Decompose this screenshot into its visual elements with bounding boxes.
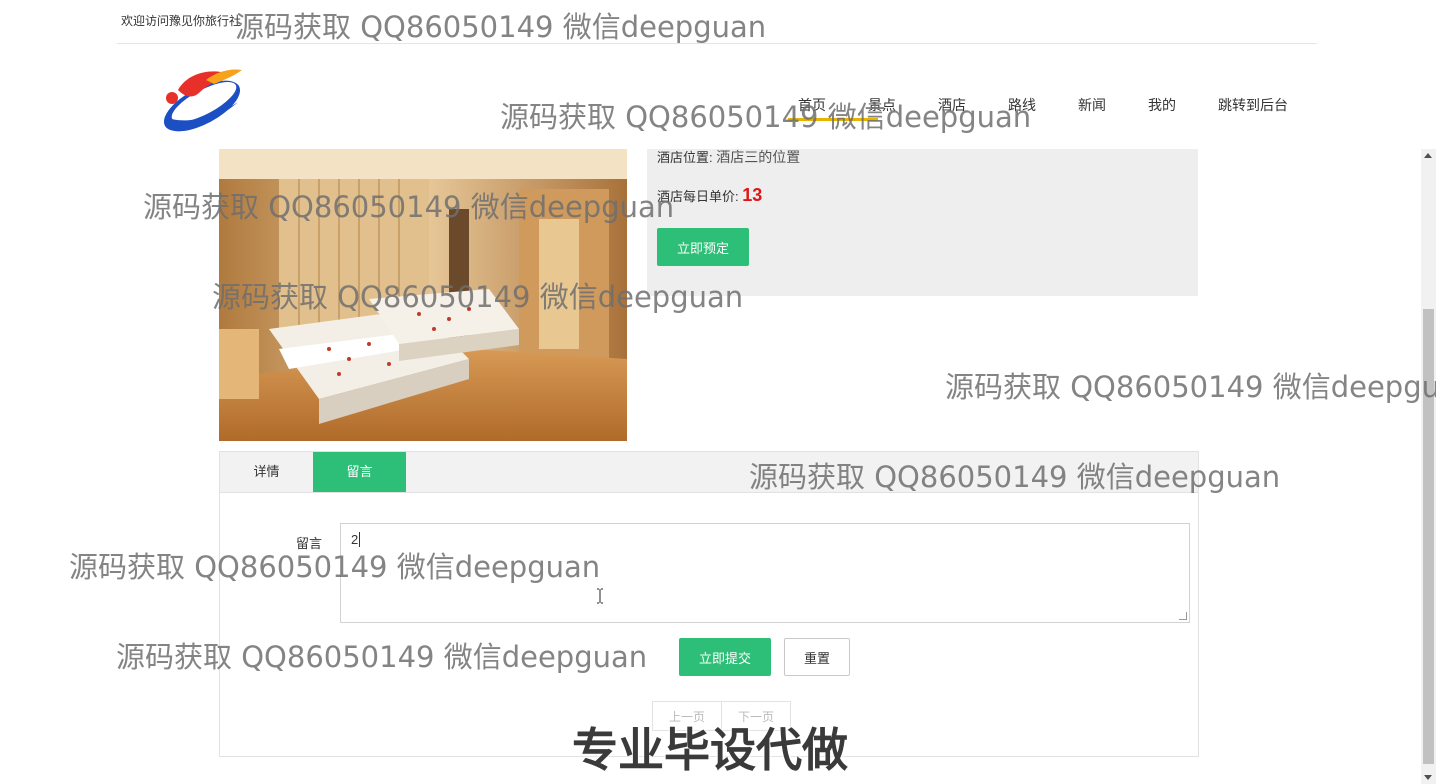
tab-details[interactable]: 详情 bbox=[220, 452, 313, 492]
nav-item-routes[interactable]: 路线 bbox=[1008, 95, 1078, 125]
tabs-container: 详情 留言 留言 2​ 立即提交 重置 上一页 下一页 bbox=[219, 451, 1199, 757]
nav-item-admin[interactable]: 跳转到后台 bbox=[1218, 95, 1302, 125]
submit-button[interactable]: 立即提交 bbox=[679, 638, 771, 676]
comment-label: 留言 bbox=[296, 536, 323, 551]
hotel-room-image bbox=[219, 149, 627, 441]
promo-watermark: 专业毕设代做 bbox=[572, 723, 848, 777]
tab-comments[interactable]: 留言 bbox=[313, 452, 406, 492]
watermark-text: 源码获取 QQ86050149 微信deepgu bbox=[945, 370, 1436, 404]
location-label: 酒店位置: bbox=[657, 150, 713, 165]
page-scrollbar[interactable] bbox=[1421, 149, 1436, 784]
logo-icon bbox=[163, 69, 242, 132]
price-value: 13 bbox=[742, 185, 763, 205]
scroll-up-icon[interactable] bbox=[1424, 153, 1432, 158]
location-row: 酒店位置: 酒店三的位置 bbox=[657, 147, 800, 167]
scroll-thumb[interactable] bbox=[1423, 309, 1434, 764]
text-cursor-icon bbox=[597, 588, 603, 604]
site-logo[interactable] bbox=[158, 62, 250, 134]
scroll-down-icon[interactable] bbox=[1424, 775, 1432, 780]
top-bar: 欢迎访问豫见你旅行社 bbox=[117, 0, 1317, 44]
nav-item-attractions[interactable]: 景点 bbox=[868, 95, 938, 125]
comment-textarea[interactable]: 2​ bbox=[340, 523, 1190, 623]
location-value: 酒店三的位置 bbox=[716, 149, 801, 165]
nav-item-mine[interactable]: 我的 bbox=[1148, 95, 1218, 125]
nav-item-news[interactable]: 新闻 bbox=[1078, 95, 1148, 125]
price-label: 酒店每日单价: bbox=[657, 189, 739, 204]
welcome-text: 欢迎访问豫见你旅行社 bbox=[121, 14, 242, 28]
reset-button[interactable]: 重置 bbox=[784, 638, 850, 676]
nav-item-home[interactable]: 首页 bbox=[788, 95, 878, 125]
tab-header: 详情 留言 bbox=[220, 452, 1198, 493]
comment-text: 2 bbox=[351, 532, 359, 547]
price-row: 酒店每日单价: 13 bbox=[657, 185, 762, 206]
hotel-info-panel: 酒店位置: 酒店三的位置 酒店每日单价: 13 立即预定 bbox=[647, 149, 1198, 296]
text-caret: ​ bbox=[359, 532, 361, 547]
book-now-button[interactable]: 立即预定 bbox=[657, 228, 749, 266]
nav-item-hotels[interactable]: 酒店 bbox=[938, 95, 1008, 125]
resize-grip-icon[interactable] bbox=[1179, 612, 1187, 620]
main-nav: 首页 景点 酒店 路线 新闻 我的 跳转到后台 bbox=[788, 95, 1302, 125]
